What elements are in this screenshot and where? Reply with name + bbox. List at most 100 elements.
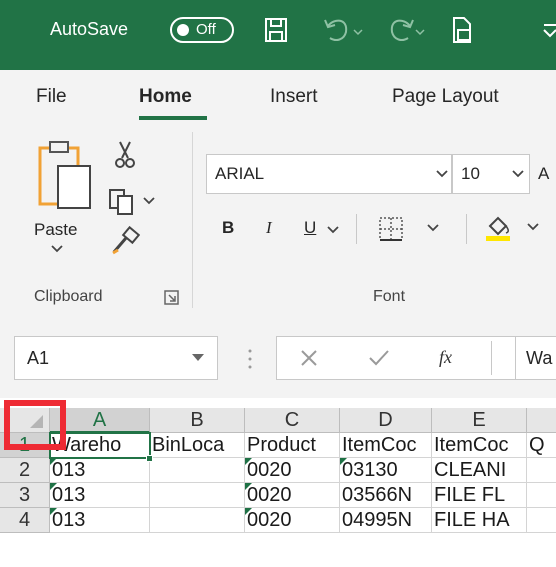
print-preview-icon[interactable] bbox=[450, 14, 474, 46]
divider bbox=[491, 341, 492, 375]
autosave-state: Off bbox=[196, 21, 216, 38]
cell-c2[interactable]: 0020 bbox=[245, 458, 340, 483]
selected-tab-indicator bbox=[139, 116, 207, 120]
cell-e3[interactable]: FILE FL bbox=[432, 483, 527, 508]
font-size-combo[interactable]: 10 bbox=[452, 154, 530, 194]
formula-content: Wa bbox=[526, 348, 553, 368]
column-header-e[interactable]: E bbox=[432, 408, 527, 433]
cell-b4[interactable] bbox=[150, 508, 245, 533]
row-header-2[interactable]: 2 bbox=[0, 458, 50, 483]
save-icon[interactable] bbox=[262, 14, 290, 46]
cell-f4[interactable] bbox=[527, 508, 556, 533]
name-box-dropdown-icon[interactable] bbox=[191, 353, 205, 363]
column-header-b[interactable]: B bbox=[150, 408, 245, 433]
cell-f2[interactable] bbox=[527, 458, 556, 483]
bold-button[interactable]: B bbox=[222, 218, 234, 238]
row-header-4[interactable]: 4 bbox=[0, 508, 50, 533]
underline-button[interactable]: U bbox=[304, 218, 316, 238]
ribbon-tabs: File Home Insert Page Layout bbox=[0, 70, 556, 126]
cell-f1[interactable]: Q bbox=[527, 433, 556, 458]
error-indicator-icon bbox=[245, 458, 252, 465]
tab-page-layout[interactable]: Page Layout bbox=[392, 86, 499, 108]
grow-font-icon[interactable]: A bbox=[538, 164, 549, 184]
tab-home[interactable]: Home bbox=[139, 86, 192, 108]
enter-icon[interactable] bbox=[367, 348, 391, 368]
cut-icon[interactable] bbox=[112, 140, 138, 170]
formula-buttons: fx bbox=[276, 336, 516, 380]
cell-d1[interactable]: ItemCoc bbox=[340, 433, 432, 458]
italic-button[interactable]: I bbox=[266, 218, 272, 238]
chevron-down-icon[interactable] bbox=[511, 168, 525, 180]
font-group-label: Font bbox=[373, 288, 406, 305]
cell-b3[interactable] bbox=[150, 483, 245, 508]
cell-e1[interactable]: ItemCoc bbox=[432, 433, 527, 458]
highlight-annotation bbox=[4, 400, 66, 450]
copy-icon[interactable] bbox=[108, 188, 158, 216]
cell-c4-value: 0020 bbox=[247, 509, 292, 531]
row-header-3[interactable]: 3 bbox=[0, 483, 50, 508]
cell-a3-value: 013 bbox=[52, 484, 86, 506]
cell-f3[interactable] bbox=[527, 483, 556, 508]
paste-icon[interactable] bbox=[36, 140, 96, 220]
error-indicator-icon bbox=[50, 508, 57, 515]
redo-icon[interactable] bbox=[384, 14, 426, 46]
error-indicator-icon bbox=[50, 483, 57, 490]
divider bbox=[356, 214, 357, 244]
cell-b1[interactable]: BinLoca bbox=[150, 433, 245, 458]
cell-c3[interactable]: 0020 bbox=[245, 483, 340, 508]
undo-icon[interactable] bbox=[322, 14, 364, 46]
paste-dropdown-icon[interactable] bbox=[50, 244, 64, 254]
cell-d3[interactable]: 03566N bbox=[340, 483, 432, 508]
underline-dropdown-icon[interactable] bbox=[326, 224, 340, 236]
toggle-knob bbox=[177, 24, 189, 36]
cell-e2[interactable]: CLEANI bbox=[432, 458, 527, 483]
error-indicator-icon bbox=[245, 483, 252, 490]
font-size-value: 10 bbox=[461, 164, 480, 183]
clipboard-dialog-launcher-icon[interactable] bbox=[164, 290, 180, 306]
name-box-value: A1 bbox=[27, 348, 50, 368]
cell-d2[interactable]: 03130 bbox=[340, 458, 432, 483]
formula-input[interactable]: Wa bbox=[516, 336, 556, 380]
clipboard-group-label: Clipboard bbox=[34, 288, 103, 305]
insert-function-icon[interactable]: fx bbox=[439, 347, 452, 368]
cancel-icon[interactable] bbox=[299, 348, 319, 368]
column-header-f[interactable] bbox=[527, 408, 556, 433]
cell-c2-value: 0020 bbox=[247, 459, 292, 481]
formula-bar: A1 fx Wa bbox=[0, 320, 556, 398]
name-box[interactable]: A1 bbox=[14, 336, 218, 380]
error-indicator-icon bbox=[50, 458, 57, 465]
cell-c4[interactable]: 0020 bbox=[245, 508, 340, 533]
borders-icon[interactable] bbox=[378, 214, 444, 244]
column-header-c[interactable]: C bbox=[245, 408, 340, 433]
font-name-combo[interactable]: ARIAL bbox=[206, 154, 452, 194]
cell-c3-value: 0020 bbox=[247, 484, 292, 506]
formula-bar-grip-icon[interactable] bbox=[246, 348, 254, 370]
cell-a2[interactable]: 013 bbox=[50, 458, 150, 483]
worksheet-grid: A B C D E 1 Wareho BinLoca Product ItemC… bbox=[0, 398, 556, 567]
column-header-d[interactable]: D bbox=[340, 408, 432, 433]
cell-a3[interactable]: 013 bbox=[50, 483, 150, 508]
paste-label[interactable]: Paste bbox=[34, 220, 77, 240]
cell-d4[interactable]: 04995N bbox=[340, 508, 432, 533]
divider bbox=[466, 214, 467, 244]
cell-e4[interactable]: FILE HA bbox=[432, 508, 527, 533]
autosave-label: AutoSave bbox=[50, 19, 129, 39]
cell-d2-value: 03130 bbox=[342, 459, 398, 481]
customize-qat-icon[interactable] bbox=[538, 14, 556, 46]
cell-c1[interactable]: Product bbox=[245, 433, 340, 458]
error-indicator-icon bbox=[245, 508, 252, 515]
fill-handle[interactable] bbox=[146, 455, 153, 462]
cell-a4-value: 013 bbox=[52, 509, 86, 531]
format-painter-icon[interactable] bbox=[110, 226, 140, 256]
autosave-toggle[interactable]: Off bbox=[170, 17, 234, 43]
title-bar: AutoSave Off bbox=[0, 0, 556, 70]
tab-insert[interactable]: Insert bbox=[270, 86, 318, 108]
group-divider bbox=[192, 132, 193, 308]
cell-a4[interactable]: 013 bbox=[50, 508, 150, 533]
fill-color-icon[interactable] bbox=[482, 212, 556, 246]
error-indicator-icon bbox=[340, 458, 347, 465]
cell-b2[interactable] bbox=[150, 458, 245, 483]
chevron-down-icon[interactable] bbox=[435, 168, 449, 180]
ribbon: Paste Clipboard ARIAL 10 A B I U Font bbox=[0, 126, 556, 320]
tab-file[interactable]: File bbox=[36, 86, 67, 108]
